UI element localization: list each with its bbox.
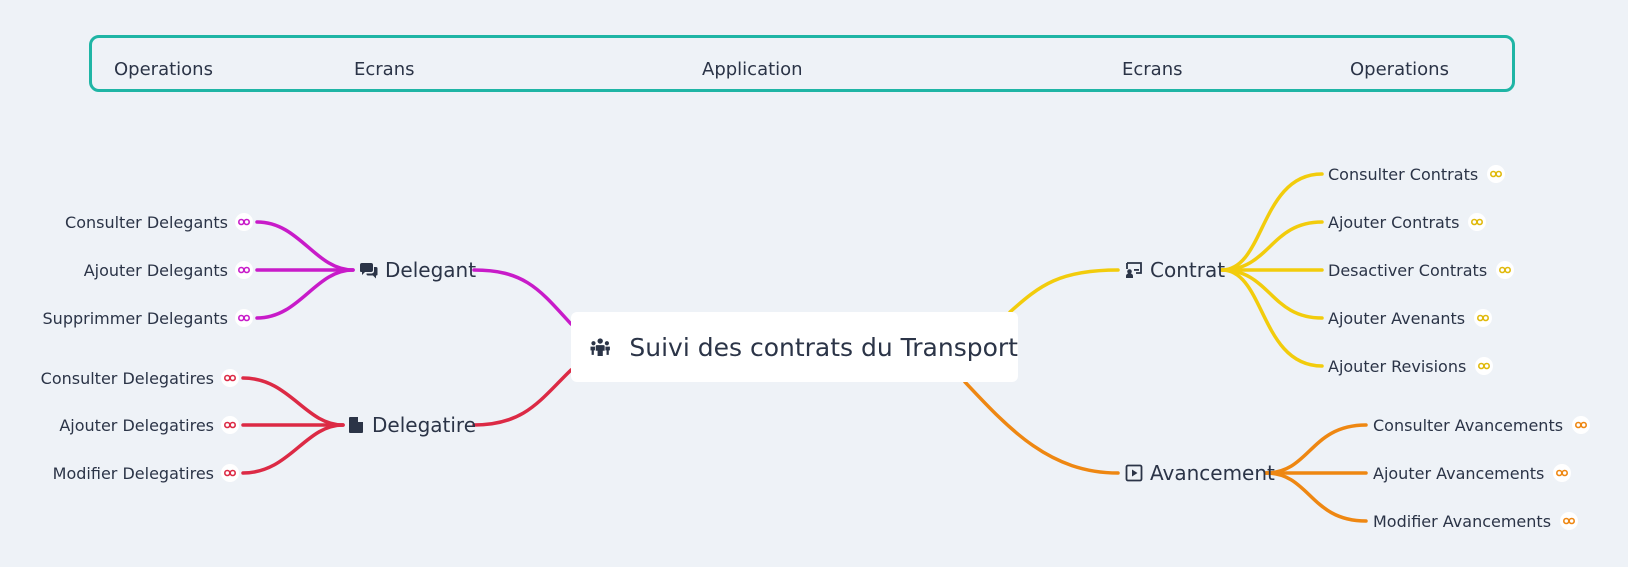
leaf-ajouter-avancements[interactable]: Ajouter Avancements <box>1373 462 1572 484</box>
leaf-label: Consulter Contrats <box>1328 164 1479 184</box>
edge-avancement-leaf-0 <box>1264 423 1368 475</box>
edge-delegant-leaf-2 <box>255 268 355 320</box>
branch-avancement[interactable]: Avancement <box>1125 459 1275 487</box>
link-icon[interactable] <box>1560 512 1579 530</box>
link-icon[interactable] <box>1475 357 1494 375</box>
chalkboard-user-icon <box>1126 262 1142 278</box>
branch-delegant[interactable]: Delegant <box>360 256 476 284</box>
edge-delegant-leaf-0 <box>255 220 355 272</box>
branch-delegatire[interactable]: Delegatire <box>347 411 476 439</box>
edge-delegatire-leaf-2 <box>241 423 345 475</box>
file-icon <box>349 417 363 433</box>
branch-contrat-label: Contrat <box>1150 258 1226 282</box>
leaf-label: Ajouter Contrats <box>1328 212 1460 232</box>
leaf-label: Consulter Avancements <box>1373 415 1564 435</box>
edge-contrat-leaf-3 <box>1220 268 1324 320</box>
leaf-desactiver-contrats[interactable]: Desactiver Contrats <box>1328 259 1515 281</box>
leaf-modifier-avancements[interactable]: Modifier Avancements <box>1373 510 1579 532</box>
link-icon[interactable] <box>1474 309 1493 327</box>
leaf-label: Desactiver Contrats <box>1328 260 1488 280</box>
branch-avancement-label: Avancement <box>1150 461 1275 485</box>
link-icon[interactable] <box>235 309 253 327</box>
edge-root-delegant <box>472 268 573 326</box>
link-icon[interactable] <box>1468 213 1487 231</box>
leaf-label: Supprimmer Delegants <box>42 308 228 328</box>
branch-delegatire-label: Delegatire <box>372 413 477 437</box>
link-icon[interactable] <box>221 416 239 434</box>
leaf-modifier-delegatires[interactable]: Modifier Delegatires <box>53 462 239 484</box>
leaf-consulter-avancements[interactable]: Consulter Avancements <box>1373 414 1591 436</box>
edge-avancement-leaf-2 <box>1264 471 1368 523</box>
branch-contrat[interactable]: Contrat <box>1125 256 1225 284</box>
leaf-label: Ajouter Delegants <box>83 260 228 280</box>
leaf-label: Ajouter Delegatires <box>59 415 214 435</box>
leaf-consulter-delegatires[interactable]: Consulter Delegatires <box>41 367 239 389</box>
link-icon[interactable] <box>235 213 253 231</box>
leaf-ajouter-delegatires[interactable]: Ajouter Delegatires <box>59 414 239 436</box>
leaf-label: Consulter Delegatires <box>40 368 214 388</box>
leaf-label: Modifier Avancements <box>1373 511 1552 531</box>
branch-delegant-label: Delegant <box>385 258 477 282</box>
leaf-ajouter-avenants[interactable]: Ajouter Avenants <box>1328 307 1493 329</box>
leaf-consulter-delegants[interactable]: Consulter Delegants <box>65 211 253 233</box>
edge-contrat-leaf-1 <box>1220 220 1324 272</box>
edge-root-delegatire <box>472 368 573 427</box>
link-icon[interactable] <box>235 261 253 279</box>
leaf-label: Ajouter Avancements <box>1373 463 1545 483</box>
leaf-ajouter-delegants[interactable]: Ajouter Delegants <box>84 259 253 281</box>
edge-root-contrat <box>1008 268 1120 314</box>
link-icon[interactable] <box>221 369 239 387</box>
leaf-label: Consulter Delegants <box>65 212 228 232</box>
leaf-label: Modifier Delegatires <box>52 463 214 483</box>
comments-icon <box>360 263 378 279</box>
leaf-label: Ajouter Revisions <box>1328 356 1467 376</box>
link-icon[interactable] <box>1487 165 1506 183</box>
link-icon[interactable] <box>1572 416 1591 434</box>
leaf-ajouter-revisions[interactable]: Ajouter Revisions <box>1328 355 1494 377</box>
root-node[interactable]: Suivi des contrats du Transport <box>571 312 1018 382</box>
leaf-supprimmer-delegants[interactable]: Supprimmer Delegants <box>43 307 253 329</box>
leaf-label: Ajouter Avenants <box>1328 308 1466 328</box>
edge-delegatire-leaf-0 <box>241 376 345 427</box>
square-play-icon <box>1125 464 1143 482</box>
link-icon[interactable] <box>1496 261 1515 279</box>
mind-map: Operations Ecrans Application Ecrans Ope… <box>0 0 1628 567</box>
leaf-consulter-contrats[interactable]: Consulter Contrats <box>1328 163 1506 185</box>
root-title: Suivi des contrats du Transport <box>629 332 1018 362</box>
leaf-ajouter-contrats[interactable]: Ajouter Contrats <box>1328 211 1487 233</box>
edge-root-avancement <box>963 380 1120 475</box>
link-icon[interactable] <box>221 464 239 482</box>
people-group-icon <box>590 338 610 356</box>
link-icon[interactable] <box>1553 464 1572 482</box>
